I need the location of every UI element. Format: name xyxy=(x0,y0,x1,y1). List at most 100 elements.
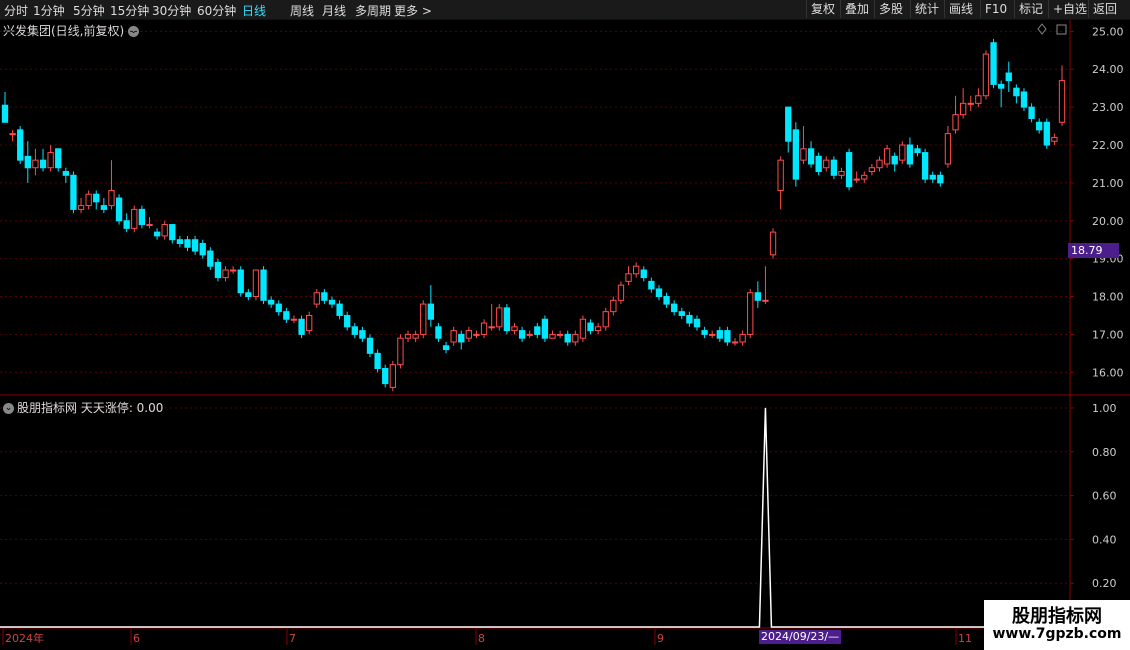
candle-body xyxy=(686,314,693,324)
candle-body xyxy=(214,261,222,279)
candle-body xyxy=(914,148,921,154)
candle-body xyxy=(1043,121,1050,146)
price-axis-label: 16.00 xyxy=(1092,366,1124,379)
candle-body xyxy=(648,280,655,290)
candle-body xyxy=(739,333,746,343)
price-axis-label: 18.00 xyxy=(1092,291,1124,304)
candle-body xyxy=(678,311,685,316)
watermark-url: www.7gpzb.com xyxy=(992,626,1122,642)
candle-body xyxy=(655,288,663,298)
candle-body xyxy=(267,299,275,305)
candle-body xyxy=(1051,136,1058,142)
candle-body xyxy=(716,330,723,339)
cursor-date-label: 2024/09/23/— xyxy=(759,630,842,644)
candle-body xyxy=(465,330,473,339)
candle-body xyxy=(344,314,351,328)
indicator-axis-label: 0.40 xyxy=(1092,533,1117,546)
candle-body xyxy=(610,299,617,313)
candle-body xyxy=(39,159,47,169)
candle-body xyxy=(868,167,876,173)
candle-body xyxy=(1058,80,1066,123)
candle-body xyxy=(602,311,609,328)
candle-body xyxy=(207,250,214,267)
candle-body xyxy=(283,311,290,320)
candle-body xyxy=(998,83,1005,89)
diamond-icon xyxy=(1037,23,1047,35)
candle-body xyxy=(420,303,427,335)
candle-body xyxy=(290,318,298,321)
candle-body xyxy=(952,114,959,131)
candle-body xyxy=(397,337,404,366)
candle-body xyxy=(9,133,16,136)
candle-body xyxy=(625,273,632,282)
candle-body xyxy=(906,144,914,165)
candle-body xyxy=(594,326,602,332)
candle-body xyxy=(260,269,267,301)
candle-body xyxy=(442,345,450,351)
candle-body xyxy=(587,322,594,332)
candle-body xyxy=(975,95,982,104)
candle-body xyxy=(549,333,556,339)
candle-body xyxy=(663,296,670,305)
price-axis-label: 20.00 xyxy=(1092,215,1124,228)
candle-body xyxy=(450,330,457,343)
candle-body xyxy=(556,333,564,336)
candle-body xyxy=(115,197,123,222)
indicator-line xyxy=(0,407,1070,628)
price-axis-label: 23.00 xyxy=(1092,101,1124,114)
candle-body xyxy=(701,330,708,335)
candle-body xyxy=(374,352,381,369)
time-axis-label: 8 xyxy=(478,632,485,645)
candle-body xyxy=(800,148,807,161)
indicator-title: 股朋指标网 天天涨停: 0.00 xyxy=(17,401,164,415)
candle-body xyxy=(62,171,69,176)
candle-body xyxy=(153,231,161,237)
candle-body xyxy=(237,269,244,294)
candle-body xyxy=(823,159,830,169)
candle-body xyxy=(777,159,784,191)
candle-body xyxy=(435,326,442,339)
candle-body xyxy=(845,152,853,188)
candle-body xyxy=(762,299,769,302)
candle-body xyxy=(671,303,678,313)
candle-body xyxy=(366,337,374,354)
price-axis-label: 24.00 xyxy=(1092,63,1124,76)
indicator-menu-icon[interactable]: ⌄ xyxy=(3,403,14,414)
candle-body xyxy=(640,269,647,279)
time-axis-label: 6 xyxy=(133,632,140,645)
candle-body xyxy=(815,155,822,173)
indicator-axis-label: 0.20 xyxy=(1092,577,1117,590)
candle-body xyxy=(359,330,366,339)
candle-body xyxy=(306,314,313,332)
indicator-axis-label: 1.00 xyxy=(1092,402,1117,415)
candle-body xyxy=(252,269,260,298)
candle-body xyxy=(458,333,465,343)
candle-body xyxy=(313,292,320,305)
candle-body xyxy=(32,159,39,169)
candle-body xyxy=(899,144,906,161)
price-chart[interactable]: 25.0024.0023.0022.0021.0020.0019.0018.00… xyxy=(0,0,1130,650)
candle-body xyxy=(328,299,336,305)
candle-body xyxy=(807,148,815,165)
candle-body xyxy=(937,174,944,184)
candle-body xyxy=(131,208,138,229)
candle-body xyxy=(861,174,868,180)
candle-body xyxy=(876,159,883,169)
candle-body xyxy=(982,53,990,97)
candle-body xyxy=(108,189,115,207)
candle-body xyxy=(564,333,571,343)
maximize-icon xyxy=(1056,24,1067,35)
candle-body xyxy=(496,307,503,328)
candle-body xyxy=(967,102,974,105)
candle-body xyxy=(518,330,526,339)
candle-body xyxy=(632,265,640,275)
candle-body xyxy=(389,364,396,388)
candle-body xyxy=(617,284,625,301)
candle-body xyxy=(754,292,761,301)
candle-body xyxy=(77,205,85,210)
candle-body xyxy=(883,148,891,165)
candle-body xyxy=(229,269,237,272)
candle-body xyxy=(161,224,168,237)
candle-body xyxy=(769,231,777,256)
candle-body xyxy=(488,326,495,329)
